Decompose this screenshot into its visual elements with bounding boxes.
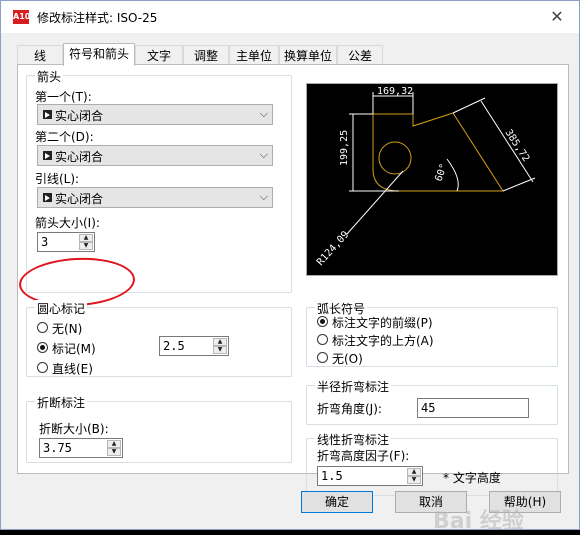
- dimension-break-group: 折断标注 折断大小(B): 3.75 ▲ ▼: [26, 394, 292, 463]
- spin-down-icon[interactable]: ▼: [107, 448, 121, 456]
- close-icon[interactable]: ✕: [546, 7, 568, 27]
- jog-factor-value: 1.5: [321, 469, 343, 483]
- tab-symbols-arrows[interactable]: 符号和箭头: [63, 43, 135, 66]
- leader-arrow-select[interactable]: 实心闭合 ⌵: [37, 187, 273, 208]
- spinner-buttons: ▲ ▼: [407, 468, 421, 484]
- spin-up-icon[interactable]: ▲: [407, 468, 421, 476]
- radio-selected-icon: [37, 342, 48, 353]
- jog-angle-input[interactable]: 45: [417, 398, 529, 418]
- jog-factor-label: 折弯高度因子(F):: [317, 449, 410, 463]
- center-marks-group: 圆心标记 无(N) 标记(M) 直线(E) 2.5 ▲ ▼: [26, 300, 292, 377]
- help-button[interactable]: 帮助(H): [489, 491, 561, 513]
- dim-right-text: 385,72: [502, 128, 531, 164]
- spinner-buttons: ▲ ▼: [107, 440, 121, 456]
- right-dim-line: [480, 100, 534, 183]
- arc-none-label: 无(O): [332, 352, 363, 366]
- preview-hole: [378, 141, 412, 175]
- tab-panel-symbols-arrows: 箭头 第一个(T): 实心闭合 ⌵ 第二个(D): 实心闭合 ⌵ 引线(L): …: [17, 64, 569, 496]
- ok-button[interactable]: 确定: [301, 491, 373, 513]
- angle-arc: [446, 158, 459, 192]
- center-mark-none-label: 无(N): [52, 322, 83, 336]
- center-mark-size-value: 2.5: [163, 339, 185, 353]
- arc-above-label: 标注文字的上方(A): [332, 334, 434, 348]
- cancel-button[interactable]: 取消: [395, 491, 467, 513]
- spinner-buttons: ▲ ▼: [213, 338, 227, 354]
- arc-length-group: 弧长符号 标注文字的前缀(P) 标注文字的上方(A) 无(O): [306, 300, 558, 367]
- spin-up-icon[interactable]: ▲: [107, 440, 121, 448]
- second-arrow-value: 实心闭合: [55, 150, 104, 164]
- closed-filled-arrow-icon: [43, 151, 52, 160]
- jog-angle-label: 折弯角度(J):: [317, 402, 382, 416]
- arrow-size-spinner[interactable]: 3 ▲ ▼: [37, 232, 95, 252]
- dialog-client: 线 符号和箭头 文字 调整 主单位 换算单位 公差 箭头 第一个(T): 实心闭…: [1, 33, 579, 534]
- center-marks-legend: 圆心标记: [35, 300, 88, 317]
- break-size-spinner[interactable]: 3.75 ▲ ▼: [39, 438, 123, 458]
- center-mark-line-label: 直线(E): [52, 362, 93, 376]
- radio-icon: [317, 334, 328, 345]
- spin-up-icon[interactable]: ▲: [79, 234, 93, 242]
- spin-up-icon[interactable]: ▲: [213, 338, 227, 346]
- second-arrow-label: 第二个(D):: [35, 130, 94, 144]
- closed-filled-arrow-icon: [43, 110, 52, 119]
- arrowheads-group: 箭头 第一个(T): 实心闭合 ⌵ 第二个(D): 实心闭合 ⌵ 引线(L): …: [17, 68, 292, 310]
- dim-top-text: 169,32: [377, 86, 413, 97]
- preview-canvas: 169,32 199,25 385,72 60° R124,09: [306, 83, 558, 276]
- first-arrow-label: 第一个(T):: [35, 90, 92, 104]
- leader-arrow-value: 实心闭合: [55, 192, 104, 206]
- center-mark-mark-label: 标记(M): [52, 342, 96, 356]
- dim-angle-text: 60°: [433, 162, 450, 183]
- window-title: 修改标注样式: ISO-25: [37, 11, 158, 25]
- dim-radius-text: R124,09: [315, 229, 351, 268]
- spinner-buttons: ▲ ▼: [79, 234, 93, 250]
- arc-prefix-label: 标注文字的前缀(P): [332, 316, 433, 330]
- chevron-down-icon: ⌵: [259, 107, 268, 120]
- right-ext-bottom: [502, 177, 536, 192]
- dimension-preview-drawing: 169,32 199,25 385,72 60° R124,09: [315, 86, 536, 268]
- radio-icon: [317, 352, 328, 363]
- dim-left-text: 199,25: [339, 130, 350, 166]
- tab-lines[interactable]: 线: [17, 45, 63, 65]
- title-bar: A10 修改标注样式: ISO-25 ✕: [1, 1, 579, 33]
- jog-angle-value: 45: [421, 401, 436, 415]
- second-arrow-select[interactable]: 实心闭合 ⌵: [37, 145, 273, 166]
- chevron-down-icon: ⌵: [259, 190, 268, 203]
- tab-fit[interactable]: 调整: [183, 45, 229, 65]
- autocad-app-icon: A10: [13, 10, 30, 24]
- arrowheads-legend: 箭头: [35, 68, 64, 85]
- jog-factor-unit-label: * 文字高度: [443, 471, 501, 485]
- dialog-window: A10 修改标注样式: ISO-25 ✕ 线 符号和箭头 文字 调整 主单位 换…: [0, 0, 580, 534]
- spin-down-icon[interactable]: ▼: [213, 346, 227, 354]
- center-mark-size-spinner[interactable]: 2.5 ▲ ▼: [159, 336, 229, 356]
- leader-arrow-label: 引线(L):: [35, 172, 80, 186]
- spin-down-icon[interactable]: ▼: [79, 242, 93, 250]
- first-arrow-value: 实心闭合: [55, 109, 104, 123]
- spin-down-icon[interactable]: ▼: [407, 476, 421, 484]
- radius-jog-group: 半径折弯标注 折弯角度(J): 45: [306, 378, 558, 425]
- tab-tolerances[interactable]: 公差: [337, 45, 383, 65]
- arrow-size-value: 3: [41, 235, 49, 249]
- radio-selected-icon: [317, 316, 328, 327]
- chevron-down-icon: ⌵: [259, 148, 268, 161]
- first-arrow-select[interactable]: 实心闭合 ⌵: [37, 104, 273, 125]
- radio-icon: [37, 362, 48, 373]
- break-size-label: 折断大小(B):: [39, 422, 109, 436]
- tab-alternate-units[interactable]: 换算单位: [279, 45, 337, 65]
- arrow-size-label: 箭头大小(I):: [35, 216, 100, 230]
- jog-factor-spinner[interactable]: 1.5 ▲ ▼: [317, 466, 423, 486]
- radio-icon: [37, 322, 48, 333]
- radius-jog-legend: 半径折弯标注: [315, 378, 392, 395]
- break-size-value: 3.75: [43, 441, 72, 455]
- tab-primary-units[interactable]: 主单位: [229, 45, 279, 65]
- right-ext-top: [452, 97, 486, 114]
- linear-jog-legend: 线性折弯标注: [315, 431, 392, 448]
- linear-jog-group: 线性折弯标注 折弯高度因子(F): 1.5 ▲ ▼ * 文字高度: [306, 431, 558, 496]
- tab-text[interactable]: 文字: [135, 45, 183, 65]
- dimension-break-legend: 折断标注: [35, 394, 88, 411]
- closed-filled-arrow-icon: [43, 193, 52, 202]
